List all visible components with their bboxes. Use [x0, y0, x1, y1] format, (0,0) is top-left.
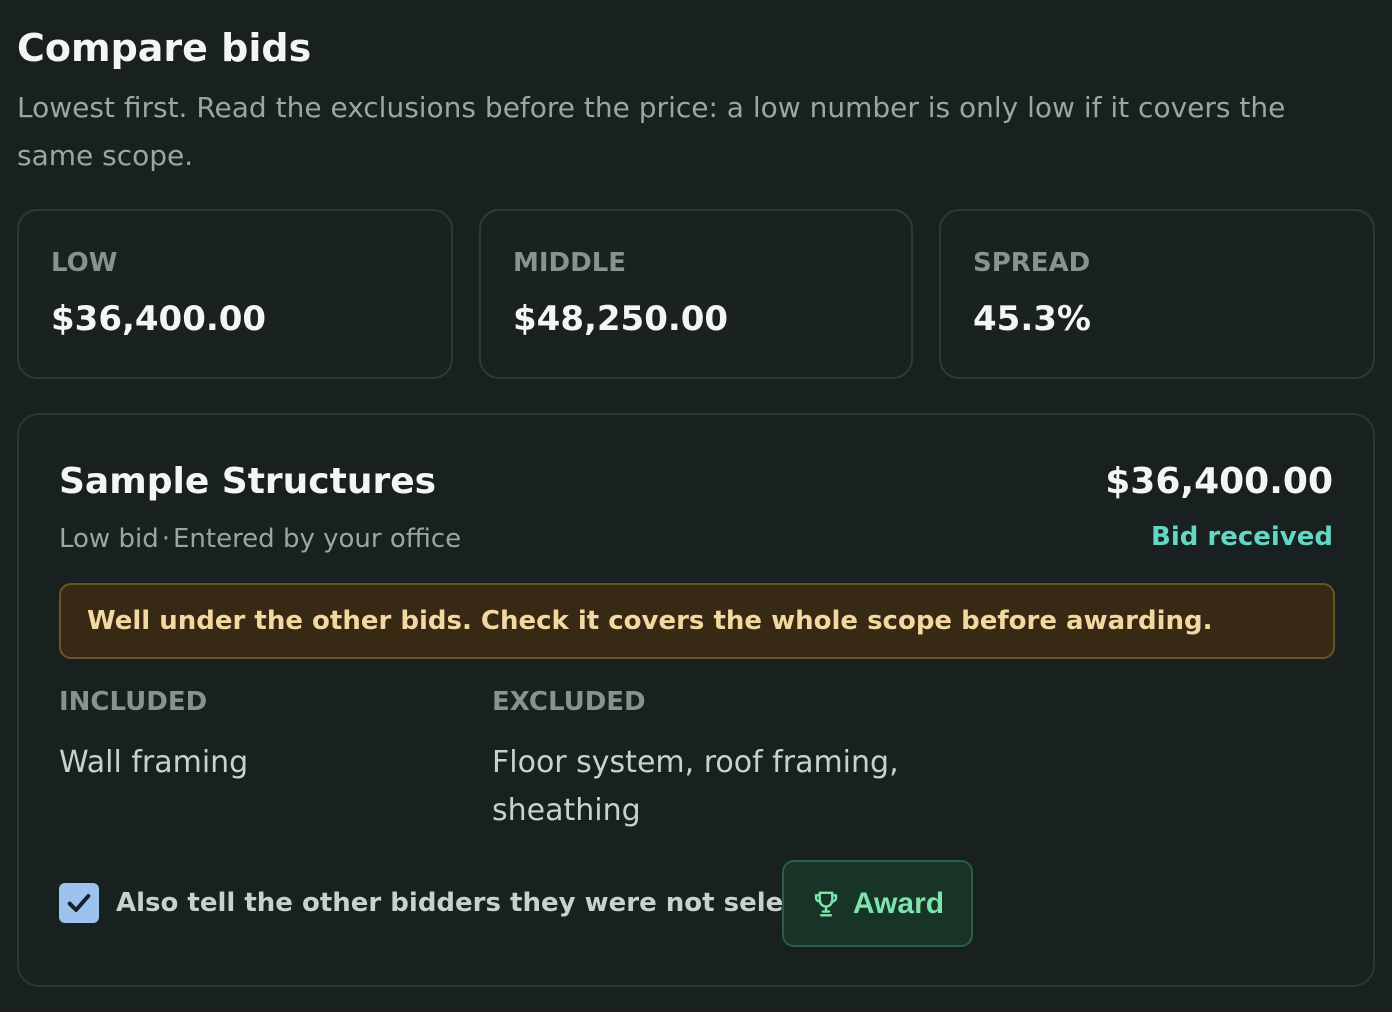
excluded-scope: EXCLUDED Floor system, roof framing, she…	[492, 687, 912, 835]
award-button[interactable]: Award	[782, 860, 973, 947]
included-scope: INCLUDED Wall framing	[59, 687, 459, 787]
meta-separator: ·	[161, 524, 170, 554]
included-text: Wall framing	[59, 745, 249, 780]
stat-card-spread: SPREAD 45.3%	[939, 209, 1375, 379]
bid-card: Sample Structures Low bid · Entered by you…	[17, 413, 1375, 987]
stat-label-low: LOW	[51, 248, 118, 278]
bidder-meta: Low bid · Entered by your office	[59, 524, 461, 554]
compare-bids-page: Compare bids Lowest first. Read the excl…	[0, 0, 1392, 1012]
stat-value-middle: $48,250.00	[513, 299, 729, 339]
stat-card-middle: MIDDLE $48,250.00	[479, 209, 913, 379]
trophy-icon	[814, 891, 838, 916]
bid-status-badge: Bid received	[1151, 522, 1333, 552]
scope-warning-banner: Well under the other bids. Check it cove…	[59, 583, 1335, 659]
stat-value-spread: 45.3%	[973, 299, 1091, 339]
stat-label-middle: MIDDLE	[513, 248, 627, 278]
award-button-label: Award	[852, 886, 945, 920]
checkmark-icon	[67, 894, 91, 912]
bidder-name: Sample Structures	[59, 461, 437, 502]
page-title: Compare bids	[17, 26, 312, 70]
page-subtitle: Lowest first. Read the exclusions before…	[17, 91, 1286, 172]
excluded-heading: EXCLUDED	[492, 687, 646, 717]
notify-bidders-checkbox[interactable]	[59, 883, 99, 923]
bid-source: Entered by your office	[172, 524, 462, 554]
scope-warning-text: Well under the other bids. Check it cove…	[87, 606, 1213, 636]
stat-label-spread: SPREAD	[973, 248, 1091, 278]
bid-rank: Low bid	[59, 524, 159, 554]
notify-bidders-label: Also tell the other bidders they were no…	[116, 888, 848, 918]
stat-card-low: LOW $36,400.00	[17, 209, 453, 379]
stat-value-low: $36,400.00	[51, 299, 267, 339]
notify-bidders-option[interactable]: Also tell the other bidders they were no…	[59, 883, 847, 923]
excluded-text: Floor system, roof framing, sheathing	[492, 745, 899, 828]
bid-amount: $36,400.00	[1105, 461, 1333, 502]
included-heading: INCLUDED	[59, 687, 208, 717]
